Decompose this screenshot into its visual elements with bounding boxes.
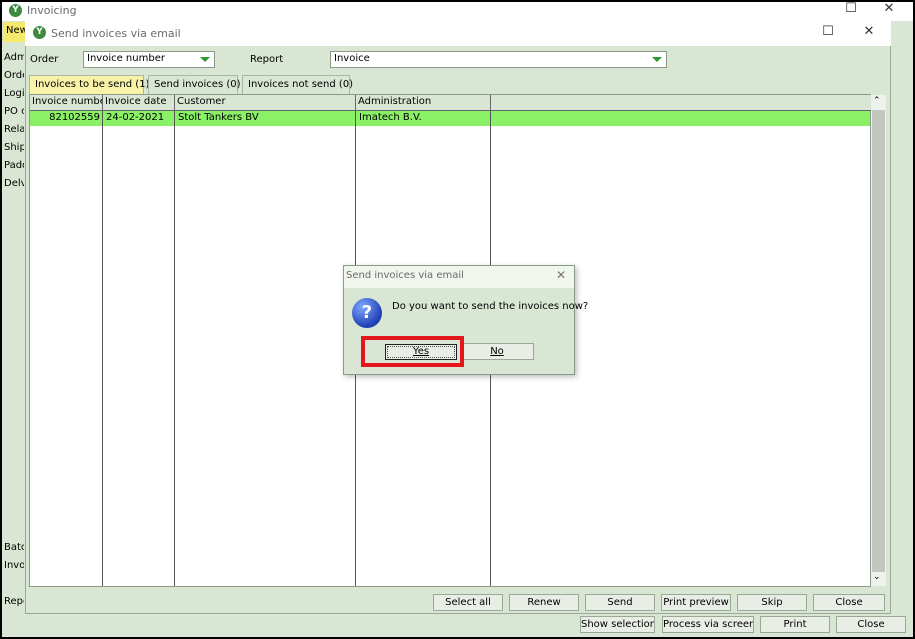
message-box-close-icon[interactable]: ✕ [552, 268, 570, 282]
sidebar-item-batch[interactable]: Batc [4, 542, 24, 553]
order-select[interactable]: Invoice number [83, 51, 215, 68]
scroll-down-icon[interactable]: ⌄ [873, 572, 881, 582]
question-icon: ? [352, 298, 382, 328]
column-divider [102, 111, 103, 586]
column-divider [174, 111, 175, 586]
dialog-title: Send invoices via email [51, 27, 181, 40]
cell-invoice-number: 82102559 [49, 112, 100, 123]
highlight-box [361, 336, 464, 367]
dialog-maximize-icon[interactable]: ☐ [818, 24, 838, 39]
column-customer[interactable]: Customer [175, 95, 356, 111]
app-title: Invoicing [27, 4, 77, 17]
report-select[interactable]: Invoice [330, 51, 667, 68]
report-dropdown-icon[interactable] [652, 57, 662, 62]
sidebar-item-relations[interactable]: Relat [4, 124, 24, 135]
process-via-screen-button[interactable]: Process via screen [662, 616, 754, 633]
sidebar-item-invoicing[interactable]: Invo [4, 560, 24, 571]
close-icon[interactable]: ✕ [879, 1, 899, 16]
scrollbar-thumb[interactable] [872, 110, 885, 572]
send-button[interactable]: Send [585, 594, 655, 611]
order-select-value: Invoice number [87, 53, 165, 64]
cell-invoice-date: 24-02-2021 [106, 112, 165, 123]
sidebar-item-logistics[interactable]: Logis [4, 88, 24, 99]
order-dropdown-icon[interactable] [200, 57, 210, 62]
skip-button[interactable]: Skip [737, 594, 807, 611]
invoicing-title-bar [2, 2, 913, 21]
report-select-value: Invoice [334, 53, 370, 64]
select-all-button[interactable]: Select all [433, 594, 503, 611]
renew-button[interactable]: Renew [509, 594, 579, 611]
message-box-title: Send invoices via email [346, 270, 464, 281]
outer-close-button[interactable]: Close [836, 616, 906, 633]
column-invoice-number[interactable]: Invoice number [30, 95, 103, 111]
app-logo-icon: Y [9, 4, 22, 17]
column-administration[interactable]: Administration [356, 95, 491, 111]
scroll-up-icon[interactable]: ⌃ [873, 96, 881, 106]
sidebar-item-orders[interactable]: Orde [4, 70, 24, 81]
no-button[interactable]: No [460, 343, 534, 360]
sidebar-item-delivery[interactable]: Delv [4, 178, 24, 189]
column-filler [491, 95, 871, 111]
maximize-icon[interactable]: ☐ [841, 1, 861, 16]
sidebar-item-padd[interactable]: Padd [4, 160, 24, 171]
no-button-label: No [490, 346, 504, 357]
tab-invoices-to-be-send[interactable]: Invoices to be send (1) [29, 75, 149, 94]
tab-send-invoices[interactable]: Send invoices (0) [148, 75, 241, 94]
report-label: Report [250, 54, 284, 65]
dialog-logo-icon: Y [33, 26, 46, 39]
print-button[interactable]: Print [760, 616, 830, 633]
sidebar-item-shipments[interactable]: Shipr [4, 142, 24, 153]
cell-administration: Imatech B.V. [359, 112, 422, 123]
cell-customer: Stolt Tankers BV [178, 112, 259, 123]
sidebar-item-reports[interactable]: Repo [4, 596, 24, 607]
tab-invoices-not-send[interactable]: Invoices not send (0) [242, 75, 353, 94]
message-box-text: Do you want to send the invoices now? [392, 301, 589, 312]
dialog-close-button[interactable]: Close [813, 594, 885, 611]
sidebar-item-admin[interactable]: Admi [4, 52, 24, 63]
order-label: Order [30, 54, 59, 65]
column-invoice-date[interactable]: Invoice date [103, 95, 175, 111]
print-preview-button[interactable]: Print preview [661, 594, 731, 611]
show-selection-button[interactable]: Show selection [580, 616, 655, 633]
sidebar-item-po[interactable]: PO o [4, 106, 24, 117]
dialog-close-icon[interactable]: ✕ [859, 24, 879, 39]
